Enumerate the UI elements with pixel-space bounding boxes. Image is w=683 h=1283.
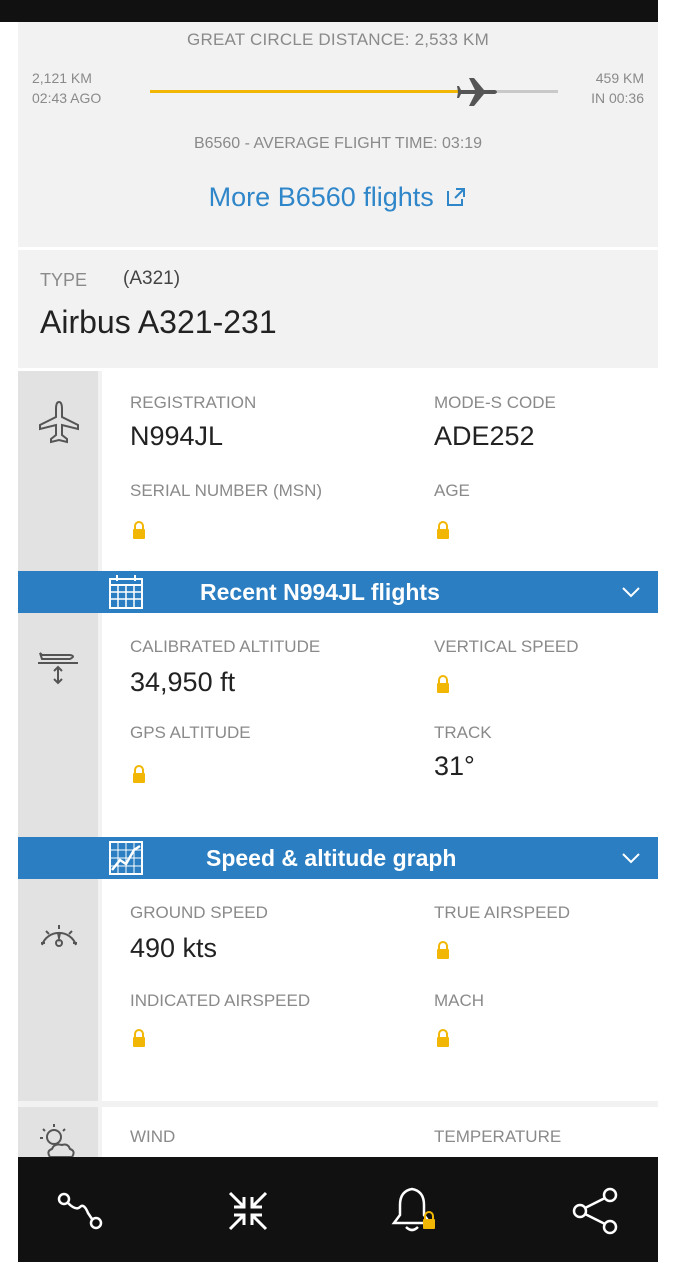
type-code: (A321) xyxy=(123,268,181,289)
remaining-time: IN 00:36 xyxy=(591,90,644,106)
flight-details-panel[interactable]: GREAT CIRCLE DISTANCE: 2,533 KM 2,121 KM… xyxy=(18,22,658,1157)
graph-bar-label: Speed & altitude graph xyxy=(206,845,457,871)
great-circle-distance: GREAT CIRCLE DISTANCE: 2,533 KM xyxy=(187,30,489,49)
row-content: CALIBRATED ALTITUDE 34,950 ft VERTICAL S… xyxy=(102,613,658,837)
calibrated-altitude-value: 34,950 ft xyxy=(130,667,236,697)
weather-info-row: WIND TEMPERATURE xyxy=(18,1107,658,1157)
bottom-toolbar xyxy=(18,1157,658,1262)
lock-icon[interactable] xyxy=(436,675,450,693)
route-icon[interactable] xyxy=(50,1181,110,1241)
progress-fill xyxy=(150,90,489,93)
calibrated-altitude-label: CALIBRATED ALTITUDE xyxy=(130,637,321,656)
type-label: TYPE xyxy=(40,270,88,290)
recent-flights-label: Recent N994JL flights xyxy=(200,579,440,605)
flown-time: 02:43 AGO xyxy=(32,90,102,106)
age-label: AGE xyxy=(434,481,470,500)
recent-flights-bar[interactable]: Recent N994JL flights xyxy=(18,571,658,613)
airplane-icon xyxy=(456,78,497,106)
mach-label: MACH xyxy=(434,991,485,1010)
average-flight-time: B6560 - AVERAGE FLIGHT TIME: 03:19 xyxy=(193,135,483,152)
modes-code-value: ADE252 xyxy=(434,421,535,451)
registration-label: REGISTRATION xyxy=(130,393,257,412)
row-sidebar xyxy=(18,613,98,837)
altitude-icon xyxy=(38,652,78,685)
graph-icon xyxy=(109,841,143,875)
track-value: 31° xyxy=(434,751,475,781)
modes-code-label: MODE-S CODE xyxy=(434,393,556,412)
lock-icon[interactable] xyxy=(436,521,450,539)
map-edge xyxy=(658,0,683,1283)
temperature-label: TEMPERATURE xyxy=(434,1127,562,1146)
remaining-distance: 459 KM xyxy=(595,70,644,86)
track-label: TRACK xyxy=(434,723,492,742)
top-status-bar xyxy=(0,0,683,22)
indicated-airspeed-label: INDICATED AIRSPEED xyxy=(130,991,311,1010)
collapse-icon[interactable] xyxy=(218,1181,278,1241)
speed-info-row: GROUND SPEED 490 kts TRUE AIRSPEED INDIC… xyxy=(18,879,658,1101)
speed-altitude-graph-bar[interactable]: Speed & altitude graph xyxy=(18,837,658,879)
flown-distance: 2,121 KM xyxy=(32,70,92,86)
true-airspeed-label: TRUE AIRSPEED xyxy=(434,903,571,922)
registration-value: N994JL xyxy=(130,421,224,451)
more-flights-label: More B6560 flights xyxy=(208,182,434,212)
serial-number-label: SERIAL NUMBER (MSN) xyxy=(130,481,323,500)
chevron-down-icon xyxy=(622,587,640,598)
airplane-top-icon xyxy=(39,400,79,444)
vertical-speed-label: VERTICAL SPEED xyxy=(434,637,579,656)
share-icon[interactable] xyxy=(566,1181,626,1241)
row-content: GROUND SPEED 490 kts TRUE AIRSPEED INDIC… xyxy=(102,879,658,1101)
row-sidebar xyxy=(18,879,98,1101)
lock-icon[interactable] xyxy=(132,765,146,783)
gps-altitude-label: GPS ALTITUDE xyxy=(130,723,251,742)
lock-icon[interactable] xyxy=(436,1029,450,1047)
external-link-icon xyxy=(447,188,466,206)
row-sidebar xyxy=(18,1107,98,1157)
chevron-down-icon xyxy=(622,853,640,864)
route-progress-section: GREAT CIRCLE DISTANCE: 2,533 KM 2,121 KM… xyxy=(18,22,658,247)
aircraft-type-section: TYPE (A321) Airbus A321-231 xyxy=(18,250,658,368)
wind-label: WIND xyxy=(130,1127,176,1146)
remaining-info: 459 KM IN 00:36 xyxy=(591,68,644,108)
speedometer-icon xyxy=(41,925,77,947)
row-content: WIND TEMPERATURE xyxy=(102,1107,658,1157)
more-flights-link[interactable]: More B6560 flights xyxy=(18,182,658,213)
weather-icon xyxy=(40,1124,75,1157)
aircraft-model: Airbus A321-231 xyxy=(40,304,277,340)
calendar-icon xyxy=(109,575,143,609)
ground-speed-value: 490 kts xyxy=(130,933,218,963)
aircraft-info-row: REGISTRATION N994JL MODE-S CODE ADE252 S… xyxy=(18,371,658,571)
lock-icon[interactable] xyxy=(132,521,146,539)
lock-icon[interactable] xyxy=(436,941,450,959)
row-sidebar xyxy=(18,371,98,571)
flown-info: 2,121 KM 02:43 AGO xyxy=(32,68,101,108)
ground-speed-label: GROUND SPEED xyxy=(130,903,268,922)
alert-bell-icon[interactable] xyxy=(384,1181,444,1241)
row-content: REGISTRATION N994JL MODE-S CODE ADE252 S… xyxy=(102,371,658,571)
altitude-info-row: CALIBRATED ALTITUDE 34,950 ft VERTICAL S… xyxy=(18,613,658,837)
lock-icon[interactable] xyxy=(132,1029,146,1047)
